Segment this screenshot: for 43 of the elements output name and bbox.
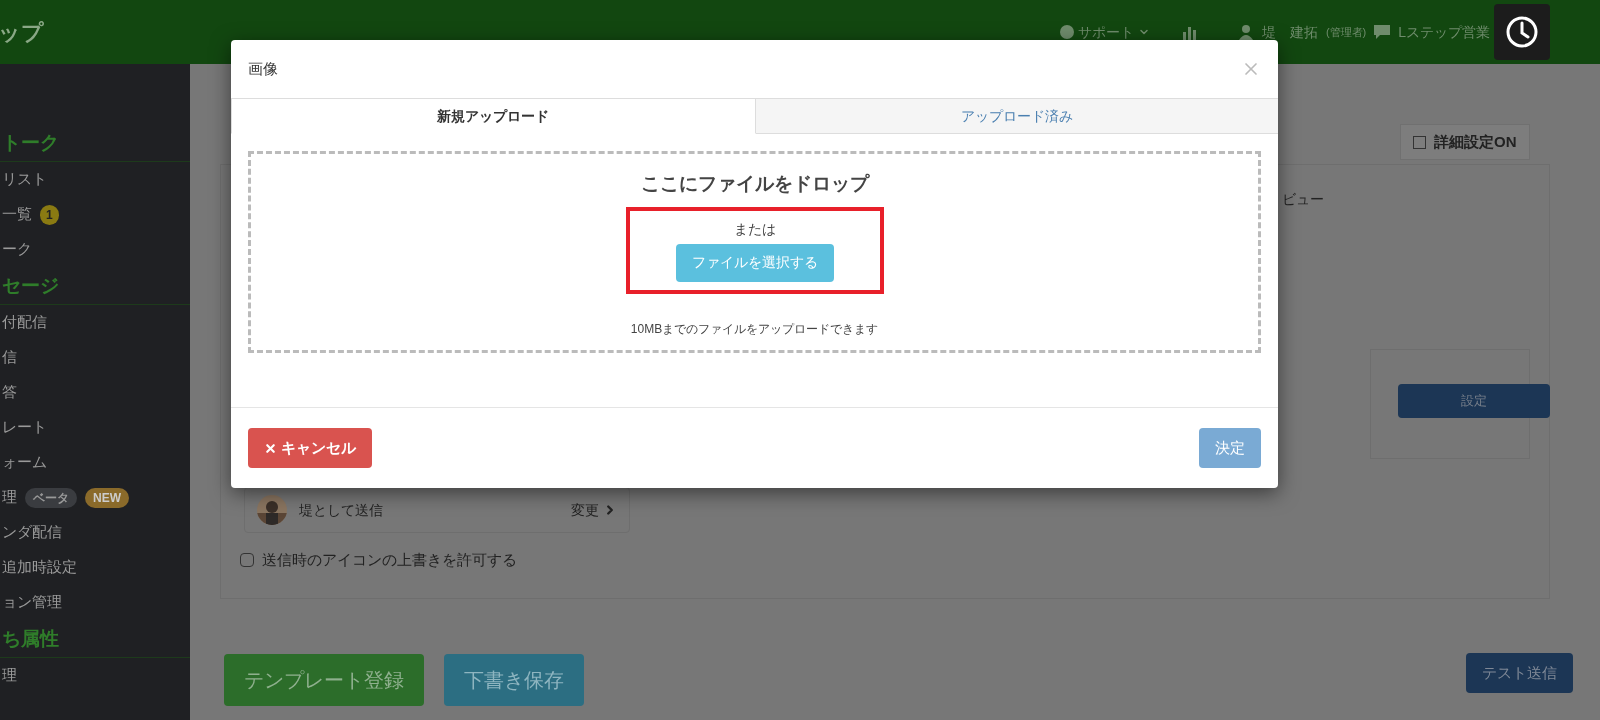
settings-button[interactable]: 設定: [1398, 384, 1550, 418]
tab[interactable]: 新規アップロード: [231, 98, 756, 134]
advanced-settings-toggle[interactable]: 詳細設定ON: [1400, 124, 1530, 160]
cancel-button[interactable]: キャンセル: [248, 428, 372, 468]
sidebar-item[interactable]: ーク: [2, 238, 32, 261]
sidebar-item[interactable]: ョン管理: [2, 591, 62, 614]
checkbox-label: 送信時のアイコンの上書きを許可する: [262, 550, 517, 570]
checkbox[interactable]: [240, 553, 254, 568]
sidebar-heading: トーク: [0, 124, 190, 162]
sidebar-heading: セージ: [0, 267, 190, 305]
sidebar-item[interactable]: 追加時設定: [2, 556, 77, 579]
tab[interactable]: アップロード済み: [755, 98, 1278, 133]
user-role: (管理者): [1325, 24, 1367, 40]
dropzone-heading: ここにファイルをドロップ: [640, 172, 869, 196]
sidebar-item[interactable]: 答: [2, 381, 17, 404]
bar-chart-icon[interactable]: [1181, 24, 1198, 40]
user-name[interactable]: 堤 建拓: [1261, 21, 1318, 43]
sidebar-item[interactable]: 信: [2, 346, 17, 369]
sidebar-badge: NEW: [85, 487, 129, 508]
account-name[interactable]: Lステップ営業: [1398, 21, 1490, 43]
sidebar-heading: ち属性: [0, 620, 190, 658]
change-link[interactable]: 変更: [571, 499, 599, 521]
sidebar-item[interactable]: 一覧: [2, 203, 32, 226]
sidebar-badge: ベータ: [25, 487, 77, 508]
logo[interactable]: ップ: [0, 15, 188, 49]
sidebar-item[interactable]: レート: [2, 416, 47, 439]
close-icon: [264, 441, 277, 455]
sender-label: 堤として送信: [299, 500, 384, 520]
sidebar-item[interactable]: ンダ配信: [2, 521, 62, 544]
sidebar-item[interactable]: リスト: [2, 168, 47, 191]
modal-title: 画像: [248, 58, 278, 79]
sidebar-item[interactable]: ォーム: [2, 451, 47, 474]
chat-icon: [1374, 25, 1391, 39]
sidebar-item[interactable]: 理: [2, 664, 17, 687]
test-send-button[interactable]: テスト送信: [1466, 653, 1573, 693]
sidebar-item[interactable]: 付配信: [2, 311, 47, 334]
preview-label: ビュー: [1282, 190, 1324, 209]
or-label: または: [733, 219, 776, 239]
user-icon: [1237, 24, 1254, 40]
upload-note: 10MBまでのファイルをアップロードできます: [630, 320, 879, 338]
dropzone[interactable]: ここにファイルをドロップ または ファイルを選択する 10MBまでのファイルをアップロードできます: [248, 151, 1261, 353]
sidebar-badge: 1: [40, 204, 59, 225]
sidebar-item[interactable]: 理: [2, 486, 17, 509]
